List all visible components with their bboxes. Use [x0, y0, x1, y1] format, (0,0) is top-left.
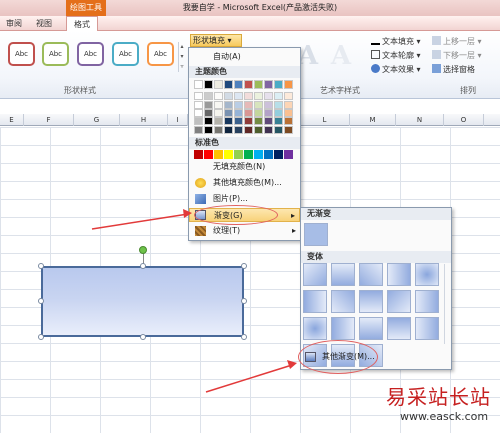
- arrow-head-1: [183, 209, 192, 218]
- arrow-line-1: [91, 213, 189, 230]
- arrow-head-2: [287, 360, 297, 369]
- watermark-url: www.easck.com: [400, 410, 489, 423]
- annotation-arrows: [91, 209, 297, 393]
- watermark-site-name: 易采站长站: [386, 385, 491, 409]
- arrow-line-2: [205, 364, 293, 393]
